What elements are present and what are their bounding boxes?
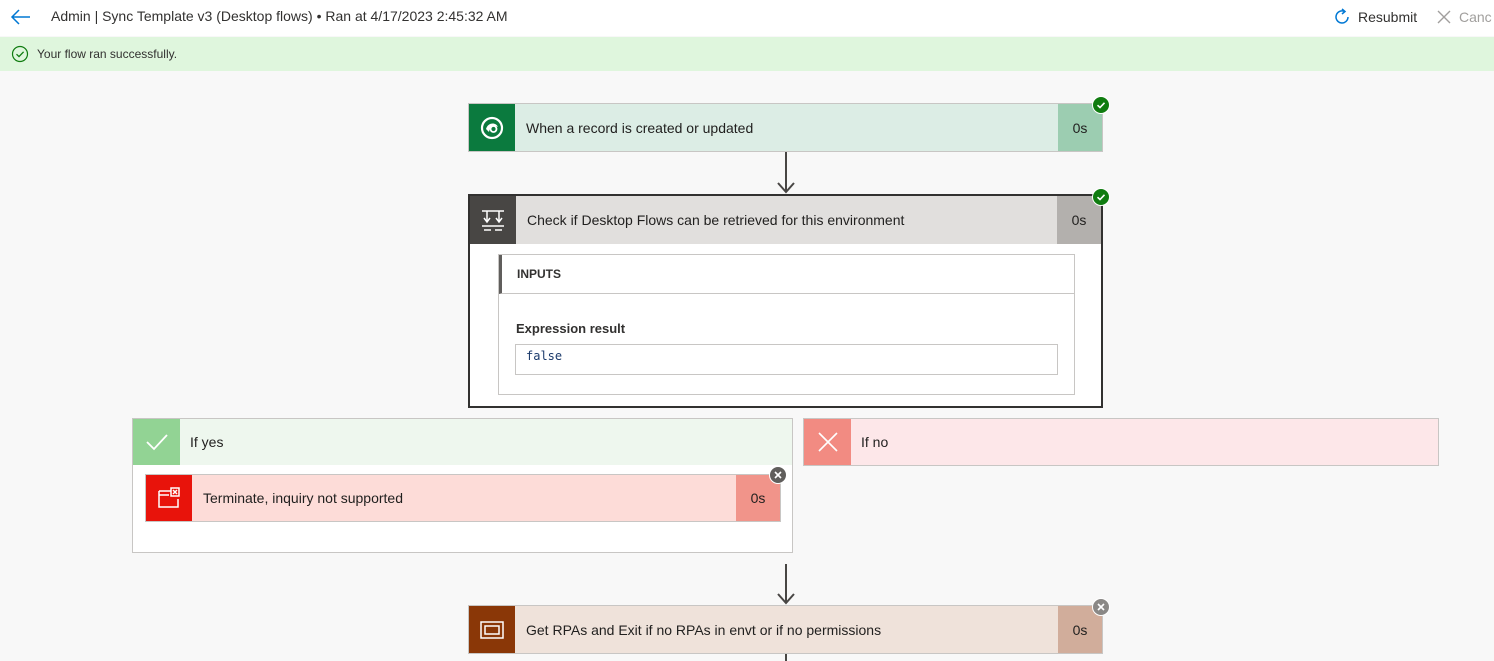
trigger-success-status-icon (1092, 96, 1110, 114)
get-rpas-card-header[interactable]: Get RPAs and Exit if no RPAs in envt or … (469, 606, 1102, 653)
trigger-card-header[interactable]: When a record is created or updated 0s (469, 104, 1102, 151)
get-rpas-title: Get RPAs and Exit if no RPAs in envt or … (526, 621, 882, 638)
terminate-card[interactable]: Terminate, inquiry not supported 0s (145, 474, 781, 522)
scope-icon (480, 620, 504, 639)
dataverse-icon (480, 116, 504, 139)
get-rpas-skipped-status-icon (1092, 598, 1110, 616)
if-yes-label: If yes (190, 434, 224, 450)
connector-condition-rpas (777, 564, 795, 605)
if-yes-icon-box (133, 419, 180, 465)
expression-result-label: Expression result (516, 321, 626, 336)
condition-icon (482, 210, 504, 231)
condition-card-header[interactable]: Check if Desktop Flows can be retrieved … (470, 196, 1101, 244)
check-icon (145, 434, 168, 451)
expression-result-value: false (515, 344, 1058, 375)
trigger-title: When a record is created or updated (526, 119, 754, 136)
terminate-skipped-status-icon (769, 466, 787, 484)
condition-icon-box (470, 196, 516, 244)
terminate-title: Terminate, inquiry not supported (203, 490, 403, 506)
condition-success-status-icon (1092, 188, 1110, 206)
connector-trigger-condition (777, 152, 795, 194)
terminate-card-header[interactable]: Terminate, inquiry not supported 0s (146, 475, 780, 521)
x-icon (817, 432, 838, 452)
if-no-label: If no (861, 434, 889, 450)
scope-icon-box (469, 606, 515, 653)
condition-card[interactable]: Check if Desktop Flows can be retrieved … (468, 194, 1103, 408)
if-no-icon-box (804, 419, 851, 465)
terminate-icon (158, 487, 180, 508)
condition-title: Check if Desktop Flows can be retrieved … (527, 212, 905, 228)
inputs-panel: INPUTS Expression result false (498, 254, 1075, 395)
trigger-card[interactable]: When a record is created or updated 0s (468, 103, 1103, 152)
if-yes-header[interactable]: If yes (133, 419, 792, 465)
inputs-header[interactable]: INPUTS (499, 255, 1074, 294)
get-rpas-card[interactable]: Get RPAs and Exit if no RPAs in envt or … (468, 605, 1103, 654)
terminate-icon-box (146, 475, 192, 521)
if-no-branch[interactable]: If no (803, 418, 1439, 466)
trigger-icon-box (469, 104, 515, 151)
